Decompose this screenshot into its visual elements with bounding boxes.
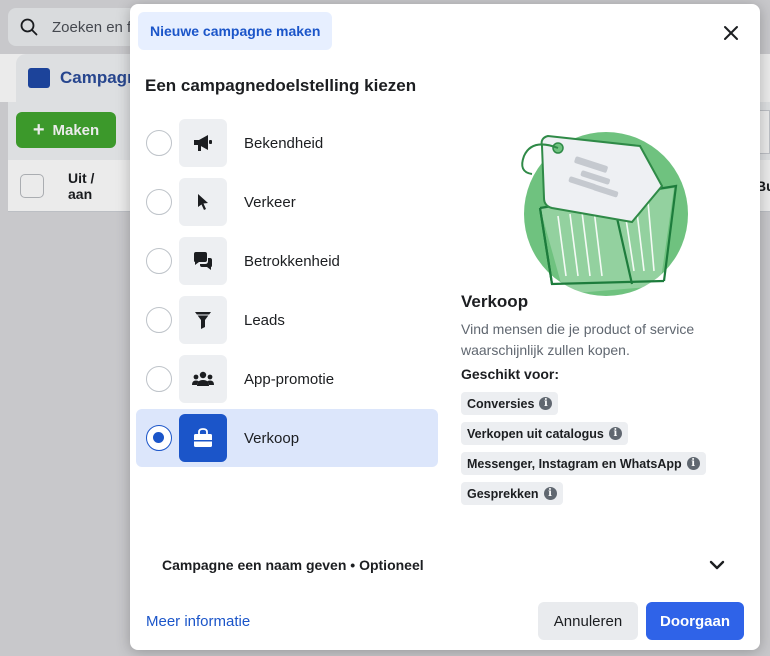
objective-radio[interactable] [146, 130, 172, 156]
chip-label: Conversies [467, 396, 535, 411]
objective-label: Bekendheid [244, 134, 324, 152]
megaphone-icon [179, 119, 227, 167]
shopping-basket-illustration [521, 132, 688, 296]
chip-catalog-sales: Verkopen uit catalogus i [461, 422, 628, 445]
chip-label: Messenger, Instagram en WhatsApp [467, 456, 682, 471]
continue-button[interactable]: Doorgaan [646, 602, 744, 640]
objective-label: Verkoop [244, 429, 300, 447]
chip-messaging: Messenger, Instagram en WhatsApp i [461, 452, 706, 475]
info-icon[interactable]: i [543, 487, 557, 500]
more-info-link[interactable]: Meer informatie [146, 613, 250, 630]
modal-heading: Een campagnedoelstelling kiezen [145, 76, 417, 95]
objective-radio[interactable] [146, 366, 172, 392]
objective-radio[interactable] [146, 307, 172, 333]
objective-awareness[interactable]: Bekendheid [136, 114, 438, 172]
info-icon[interactable]: i [539, 397, 553, 410]
objective-list: Bekendheid Verkeer Betrokkenheid Leads A… [136, 114, 438, 468]
campaign-name-section[interactable]: Campagne een naam geven • Optioneel [162, 557, 424, 573]
close-button[interactable] [718, 20, 744, 46]
info-icon[interactable]: i [608, 427, 622, 440]
objective-leads[interactable]: Leads [136, 291, 438, 349]
objective-label: Leads [244, 311, 285, 329]
close-icon [724, 26, 738, 40]
objective-label: App-promotie [244, 370, 335, 388]
chip-label: Gesprekken [467, 486, 539, 501]
detail-description: Vind mensen die je product of service wa… [461, 321, 695, 358]
detail-title: Verkoop [461, 292, 529, 311]
cancel-button[interactable]: Annuleren [538, 602, 638, 640]
objective-engagement[interactable]: Betrokkenheid [136, 232, 438, 290]
objective-radio[interactable] [146, 189, 172, 215]
objective-radio-selected[interactable] [146, 425, 172, 451]
chip-label: Verkopen uit catalogus [467, 426, 604, 441]
chevron-down-icon[interactable] [708, 556, 726, 574]
new-campaign-modal: Nieuwe campagne maken Een campagnedoelst… [130, 4, 760, 650]
info-icon[interactable]: i [686, 457, 700, 470]
modal-tab: Nieuwe campagne maken [138, 12, 333, 50]
objective-label: Betrokkenheid [244, 252, 340, 270]
suitable-for-chips: Conversies i Verkopen uit catalogus i Mess… [461, 392, 751, 512]
suitable-for-label: Geschikt voor: [461, 366, 560, 382]
objective-sales[interactable]: Verkoop [136, 409, 438, 467]
objective-label: Verkeer [244, 193, 296, 211]
objective-app-promotion[interactable]: App-promotie [136, 350, 438, 408]
chat-bubbles-icon [179, 237, 227, 285]
chip-conversations: Gesprekken i [461, 482, 563, 505]
funnel-icon [179, 296, 227, 344]
chip-conversions: Conversies i [461, 392, 559, 415]
objective-radio[interactable] [146, 248, 172, 274]
objective-traffic[interactable]: Verkeer [136, 173, 438, 231]
people-icon [179, 355, 227, 403]
cursor-icon [179, 178, 227, 226]
shopping-bag-icon [179, 414, 227, 462]
